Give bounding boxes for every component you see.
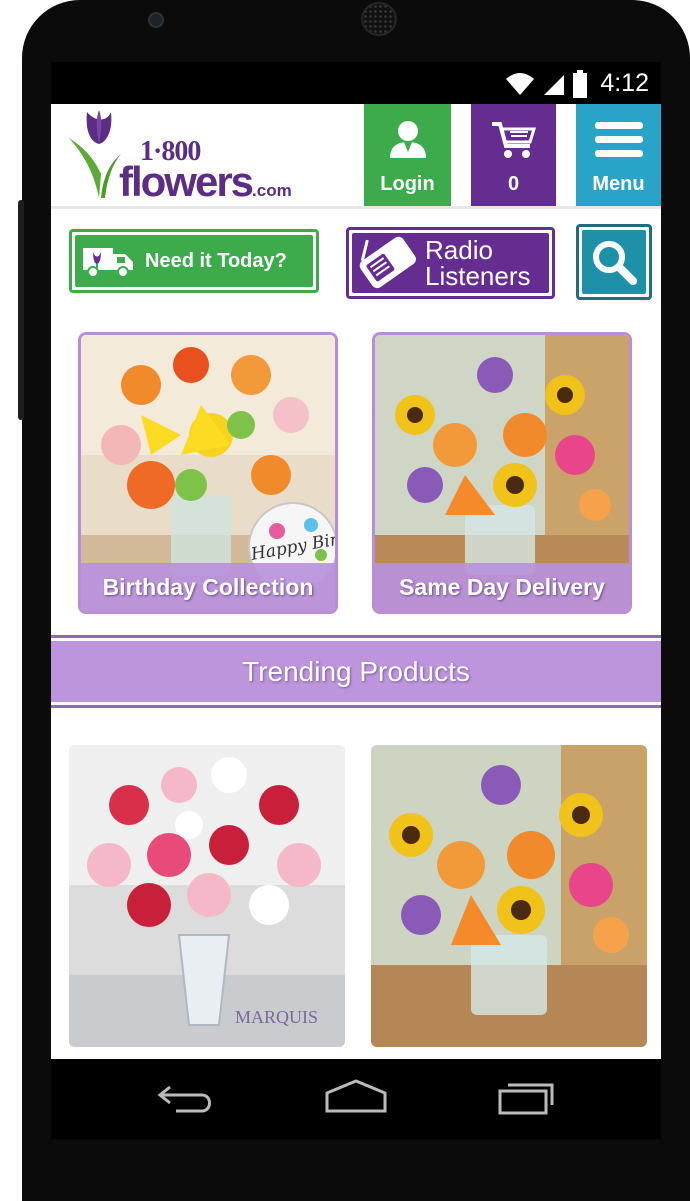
cart-button[interactable]: 0 (471, 104, 556, 206)
menu-button[interactable]: Menu (576, 104, 661, 206)
speaker-grille (361, 2, 397, 36)
same-day-delivery-caption: Same Day Delivery (375, 563, 629, 611)
login-label: Login (380, 173, 435, 195)
logo-suffix: .com (252, 181, 292, 200)
radio-line-1: Radio (425, 235, 493, 265)
front-camera (148, 12, 164, 28)
wifi-icon (506, 72, 535, 95)
delivery-truck-icon (83, 248, 133, 278)
product-card[interactable]: MARQUIS (69, 745, 345, 1047)
android-nav-bar (51, 1059, 661, 1139)
birthday-collection-tile[interactable]: Happy Birthday Birthday Collection (78, 332, 338, 614)
need-it-today-label: Need it Today? (145, 249, 287, 272)
search-button[interactable] (576, 224, 652, 300)
logo-word: flowers.com (119, 158, 292, 206)
logo-word-text: flowers (119, 158, 254, 205)
back-icon[interactable] (156, 1079, 216, 1119)
volume-button (18, 200, 24, 420)
trending-products-title: Trending Products (51, 641, 661, 702)
app-header: 1·800 flowers.com Login 0 Menu (51, 104, 661, 209)
battery-icon (573, 69, 588, 98)
recent-apps-icon[interactable] (496, 1079, 558, 1119)
product-card[interactable] (371, 745, 647, 1047)
status-bar: 4:12 (51, 62, 661, 104)
sunflower-lily-bouquet-image (371, 745, 647, 1047)
brand-logo[interactable]: 1·800 flowers.com (65, 108, 295, 205)
radio-listeners-button[interactable]: Radio Listeners (346, 227, 555, 299)
status-time: 4:12 (600, 69, 649, 97)
radio-line-2: Listeners (425, 261, 531, 291)
search-icon (593, 241, 637, 285)
cart-count: 0 (507, 173, 520, 195)
radio-icon (359, 236, 416, 289)
pink-roses-lilies-image: MARQUIS (69, 745, 345, 1047)
radio-listeners-label: Radio Listeners (425, 237, 531, 289)
shopping-cart-icon (491, 122, 536, 158)
same-day-delivery-tile[interactable]: Same Day Delivery (372, 332, 632, 614)
birthday-collection-caption: Birthday Collection (81, 563, 335, 611)
home-icon[interactable] (323, 1079, 389, 1119)
hamburger-icon (594, 122, 643, 157)
trending-products-banner: Trending Products (51, 635, 661, 708)
menu-label: Menu (592, 173, 645, 195)
login-button[interactable]: Login (364, 104, 451, 206)
app-screen: 4:12 1·800 flowers.com Login 0 Menu Need… (51, 62, 661, 1059)
signal-icon (544, 74, 565, 95)
user-icon (389, 121, 426, 158)
toolbar: Need it Today? Radio Listeners (51, 224, 661, 300)
need-it-today-button[interactable]: Need it Today? (69, 229, 319, 293)
product-brand-text: MARQUIS (235, 1007, 318, 1027)
